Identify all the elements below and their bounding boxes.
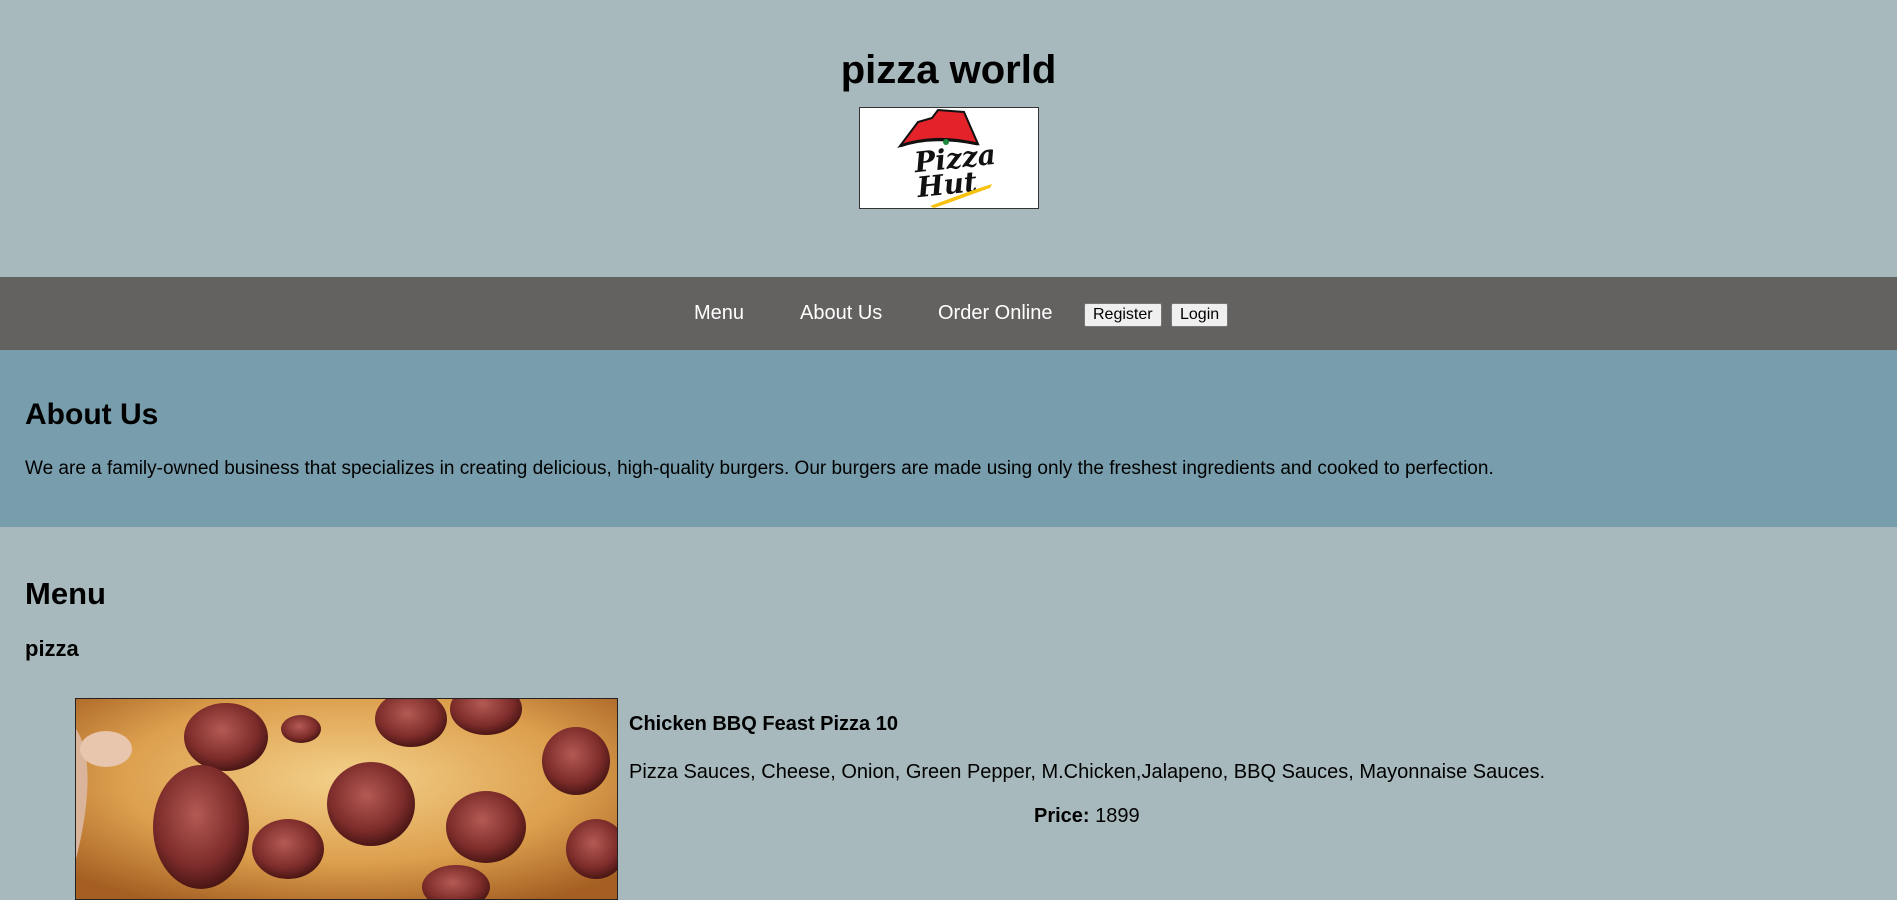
about-us-text: We are a family-owned business that spec… <box>25 458 1494 479</box>
menu-item-price: Price: 1899 <box>1034 804 1140 828</box>
pizza-hut-logo-graphic: Pizza Hut <box>897 108 997 208</box>
menu-item-name: Chicken BBQ Feast Pizza 10 <box>629 713 898 735</box>
price-value: 1899 <box>1095 805 1140 827</box>
pizza-hut-logo: Pizza Hut <box>859 107 1039 209</box>
main-navbar: Menu About Us Order Online <box>0 277 1897 350</box>
about-us-title: About Us <box>25 398 159 431</box>
site-title: pizza world <box>840 48 1057 92</box>
pepperoni-pizza-image <box>75 698 618 900</box>
menu-title: Menu <box>25 576 106 611</box>
logo-word-hut: Hut <box>915 165 979 204</box>
menu-item-description: Pizza Sauces, Cheese, Onion, Green Peppe… <box>629 761 1546 783</box>
login-button[interactable]: Login <box>1171 303 1229 327</box>
register-button[interactable]: Register <box>1084 303 1162 327</box>
nav-order-online-link[interactable]: Order Online <box>938 277 1053 350</box>
site-header: pizza world Pizza Hut <box>0 0 1897 277</box>
nav-menu-link[interactable]: Menu <box>694 277 744 350</box>
menu-category-pizza: pizza <box>25 636 79 661</box>
nav-about-us-link[interactable]: About Us <box>800 277 882 350</box>
about-us-section: About Us We are a family-owned business … <box>0 350 1897 527</box>
price-label: Price: <box>1034 805 1090 827</box>
